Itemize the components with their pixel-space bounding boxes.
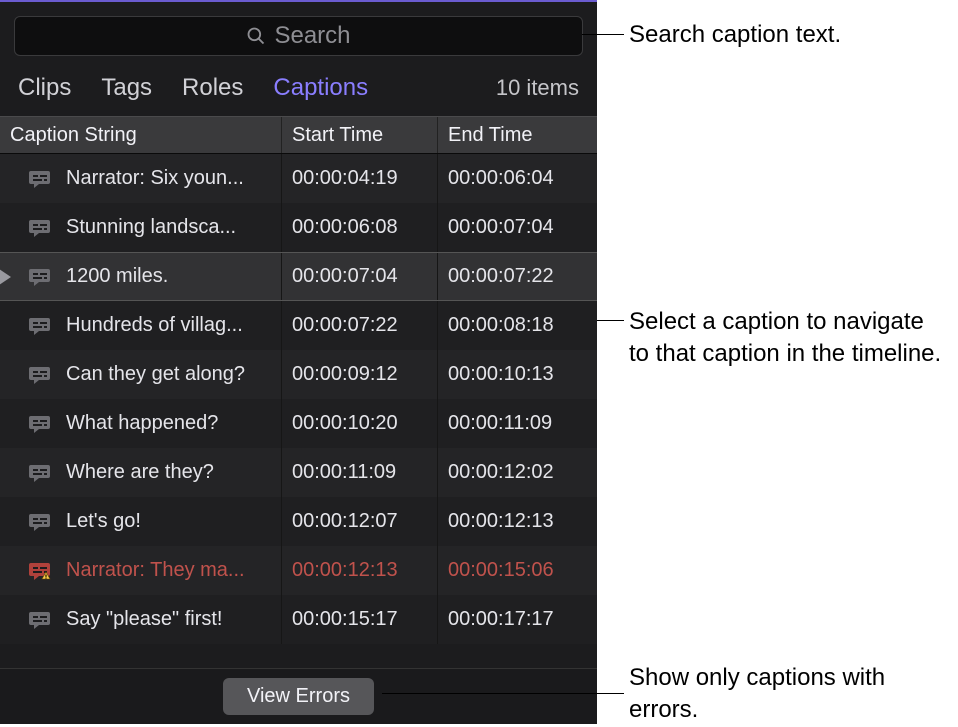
table-row[interactable]: Narrator: Six youn... 00:00:04:1900:00:06…	[0, 154, 597, 203]
caption-text: Can they get along?	[66, 363, 245, 386]
table-row[interactable]: Can they get along? 00:00:09:1200:00:10:1…	[0, 350, 597, 399]
caption-cell: Where are they?	[0, 448, 282, 497]
start-time-cell: 00:00:07:04	[282, 253, 438, 300]
table-row[interactable]: Hundreds of villag... 00:00:07:2200:00:08…	[0, 301, 597, 350]
captions-index-panel: Search Clips Tags Roles Captions 10 item…	[0, 0, 597, 724]
tab-clips[interactable]: Clips	[18, 74, 71, 102]
end-time-cell: 00:00:07:22	[438, 253, 594, 300]
column-header-caption[interactable]: Caption String	[0, 117, 282, 153]
caption-text: 1200 miles.	[66, 265, 168, 288]
end-time-cell: 00:00:12:02	[438, 448, 594, 497]
caption-text: Stunning landsca...	[66, 216, 236, 239]
item-count-label: 10 items	[496, 75, 579, 101]
caption-icon	[28, 414, 54, 434]
end-time-cell: 00:00:12:13	[438, 497, 594, 546]
caption-cell: Let's go!	[0, 497, 282, 546]
caption-text: Where are they?	[66, 461, 214, 484]
search-icon	[246, 26, 266, 46]
end-time-cell: 00:00:10:13	[438, 350, 594, 399]
index-tabs: Clips Tags Roles Captions 10 items	[0, 66, 597, 116]
search-placeholder: Search	[274, 22, 350, 50]
caption-cell: Narrator: They ma...	[0, 546, 282, 595]
start-time-cell: 00:00:04:19	[282, 154, 438, 203]
captions-list: Narrator: Six youn... 00:00:04:1900:00:06…	[0, 154, 597, 668]
caption-icon	[28, 610, 54, 630]
caption-cell: 1200 miles.	[0, 253, 282, 300]
tab-roles[interactable]: Roles	[182, 74, 243, 102]
caption-icon	[28, 316, 54, 336]
end-time-cell: 00:00:15:06	[438, 546, 594, 595]
caption-error-icon	[28, 561, 54, 581]
end-time-cell: 00:00:06:04	[438, 154, 594, 203]
start-time-cell: 00:00:09:12	[282, 350, 438, 399]
table-row[interactable]: Let's go! 00:00:12:0700:00:12:13	[0, 497, 597, 546]
caption-text: Narrator: Six youn...	[66, 167, 244, 190]
caption-text: Say "please" first!	[66, 608, 222, 631]
caption-icon	[28, 463, 54, 483]
callout-text-select: Select a caption to navigate to that cap…	[629, 306, 949, 371]
table-row[interactable]: Say "please" first! 00:00:15:1700:00:17:1…	[0, 595, 597, 644]
panel-footer: View Errors	[0, 668, 597, 724]
end-time-cell: 00:00:07:04	[438, 203, 594, 252]
table-row[interactable]: Narrator: They ma... 00:00:12:1300:00:15:…	[0, 546, 597, 595]
search-input[interactable]: Search	[14, 16, 583, 56]
start-time-cell: 00:00:12:13	[282, 546, 438, 595]
caption-icon	[28, 218, 54, 238]
caption-icon	[28, 512, 54, 532]
tab-captions[interactable]: Captions	[273, 74, 368, 102]
start-time-cell: 00:00:07:22	[282, 301, 438, 350]
table-row[interactable]: 1200 miles. 00:00:07:0400:00:07:22	[0, 252, 597, 301]
column-header-end[interactable]: End Time	[438, 117, 594, 153]
column-header-start[interactable]: Start Time	[282, 117, 438, 153]
caption-cell: Stunning landsca...	[0, 203, 282, 252]
caption-text: Let's go!	[66, 510, 141, 533]
table-row[interactable]: Stunning landsca... 00:00:06:0800:00:07:0…	[0, 203, 597, 252]
start-time-cell: 00:00:11:09	[282, 448, 438, 497]
callout-text-errors: Show only captions with errors.	[629, 662, 929, 727]
callout-line-select	[597, 320, 624, 321]
caption-cell: Hundreds of villag...	[0, 301, 282, 350]
playhead-indicator-icon	[0, 269, 11, 285]
caption-icon	[28, 365, 54, 385]
view-errors-button[interactable]: View Errors	[223, 678, 374, 715]
table-row[interactable]: What happened? 00:00:10:2000:00:11:09	[0, 399, 597, 448]
callout-text-search: Search caption text.	[629, 19, 841, 51]
start-time-cell: 00:00:12:07	[282, 497, 438, 546]
caption-cell: Narrator: Six youn...	[0, 154, 282, 203]
caption-cell: Can they get along?	[0, 350, 282, 399]
table-header-row: Caption String Start Time End Time	[0, 116, 597, 154]
end-time-cell: 00:00:11:09	[438, 399, 594, 448]
end-time-cell: 00:00:17:17	[438, 595, 594, 644]
table-row[interactable]: Where are they? 00:00:11:0900:00:12:02	[0, 448, 597, 497]
caption-text: What happened?	[66, 412, 218, 435]
start-time-cell: 00:00:06:08	[282, 203, 438, 252]
callout-line-errors	[382, 693, 624, 694]
caption-text: Narrator: They ma...	[66, 559, 245, 582]
end-time-cell: 00:00:08:18	[438, 301, 594, 350]
caption-text: Hundreds of villag...	[66, 314, 243, 337]
tab-tags[interactable]: Tags	[101, 74, 152, 102]
start-time-cell: 00:00:15:17	[282, 595, 438, 644]
caption-icon	[28, 169, 54, 189]
caption-cell: Say "please" first!	[0, 595, 282, 644]
caption-cell: What happened?	[0, 399, 282, 448]
caption-icon	[28, 267, 54, 287]
start-time-cell: 00:00:10:20	[282, 399, 438, 448]
callout-line-search	[582, 34, 624, 35]
